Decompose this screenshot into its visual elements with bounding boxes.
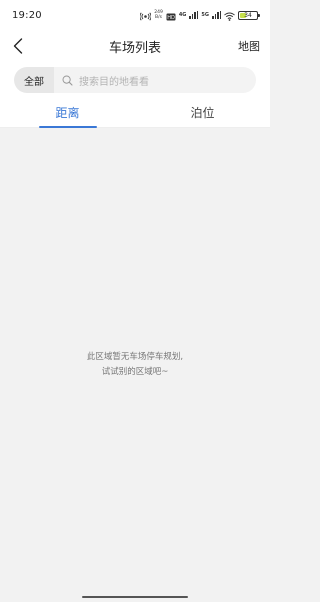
empty-state-line1: 此区域暂无车场停车规划, [86,352,184,362]
search-bar: 全部 搜索目的地看看 [14,67,256,93]
signal-icon-2 [212,11,221,19]
signal-icon [189,11,199,19]
wifi-icon [224,6,235,25]
chevron-left-icon[interactable] [8,36,28,56]
search-row: 全部 搜索目的地看看 [0,62,270,98]
search-icon [62,74,74,86]
empty-state: 此区域暂无车场停车规划, 试试别的区域吧~ [0,350,270,380]
sim1-label: 4G [178,12,187,18]
home-indicator[interactable] [82,596,188,598]
search-input[interactable]: 搜索目的地看看 [79,73,149,88]
status-icons: 249 B/s HD 4G 5G 34 [139,6,260,25]
battery-level: 34 [244,11,252,19]
filter-dropdown[interactable]: 全部 [14,67,54,93]
hd-icon: HD [166,6,176,25]
nav-bar: 车场列表 地图 [0,30,270,62]
empty-state-line2: 试试别的区域吧~ [101,367,169,377]
svg-text:HD: HD [167,15,175,21]
tab-bar: 距离 泊位 [0,98,270,128]
sim2-label: 5G [201,12,209,18]
page-title: 车场列表 [108,40,161,56]
status-time: 19:20 [12,9,42,21]
hotspot-icon [139,6,152,25]
battery-icon: 34 [238,10,260,20]
status-bar: 19:20 249 B/s HD 4G 5G 34 [0,0,270,30]
tab-berth[interactable]: 泊位 [135,98,270,127]
tab-distance[interactable]: 距离 [0,98,135,127]
map-button[interactable]: 地图 [238,38,260,54]
net-speed: 249 B/s [154,10,163,20]
net-speed-unit: B/s [155,15,162,20]
